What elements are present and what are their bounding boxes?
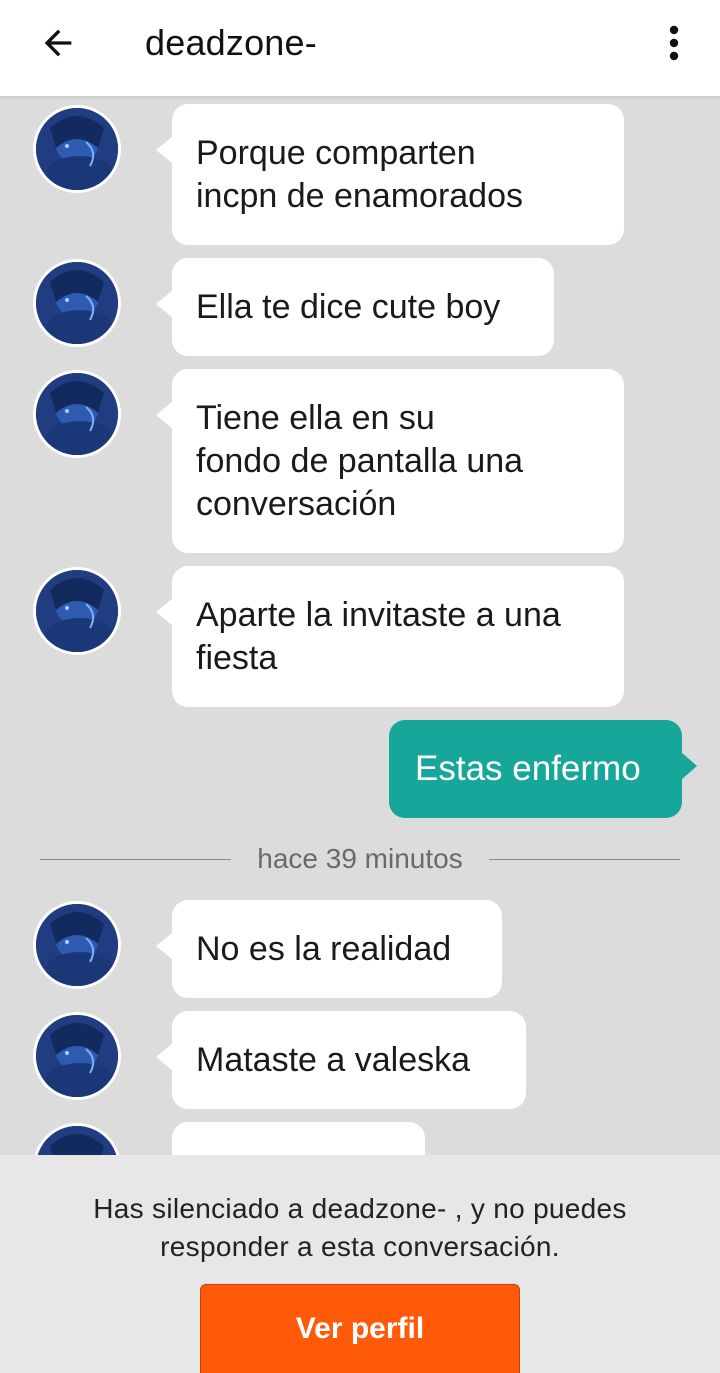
divider-line xyxy=(40,858,232,860)
chat-header: deadzone- xyxy=(0,0,720,97)
back-button[interactable] xyxy=(30,18,86,68)
avatar[interactable] xyxy=(33,567,121,655)
message-text: Estas enfermo xyxy=(415,749,641,788)
avatar-image xyxy=(36,1126,118,1155)
more-options-button[interactable] xyxy=(654,18,694,68)
message-bubble[interactable]: Ella te dice cute boy xyxy=(156,258,554,356)
message-bubble[interactable]: No es la realidad xyxy=(156,900,502,998)
message-text: Ella te dice cute boy xyxy=(196,287,501,326)
avatar-image xyxy=(36,1015,118,1097)
avatar-image xyxy=(36,262,118,344)
divider-label: hace 39 minutos xyxy=(257,843,463,874)
message-bubble-outgoing[interactable]: Estas enfermo xyxy=(389,720,697,818)
avatar[interactable] xyxy=(33,1012,121,1100)
message-text: Porque comparten incpn de enamorados xyxy=(196,133,524,215)
message-bubble[interactable]: Aparte la invitaste a una fiesta xyxy=(156,566,624,707)
avatar[interactable] xyxy=(33,105,121,193)
message-text: Tiene ella en su fondo de pantalla una c… xyxy=(196,398,524,523)
arrow-left-icon xyxy=(44,29,72,57)
avatar[interactable] xyxy=(33,1123,121,1155)
avatar-image xyxy=(36,108,118,190)
view-profile-button[interactable]: Ver perfil xyxy=(200,1284,520,1373)
avatar-image xyxy=(36,904,118,986)
message-bubble[interactable] xyxy=(156,1122,425,1155)
muted-footer: Has silenciado a deadzone- , y no puedes… xyxy=(0,1155,720,1373)
avatar-image xyxy=(36,373,118,455)
message-bubble[interactable]: Tiene ella en su fondo de pantalla una c… xyxy=(156,369,624,553)
more-vert-icon xyxy=(669,25,679,61)
message-bubble[interactable]: Porque comparten incpn de enamorados xyxy=(156,104,624,245)
chat-title: deadzone- xyxy=(145,22,317,63)
avatar-image xyxy=(36,570,118,652)
muted-notice: Has silenciado a deadzone- , y no puedes… xyxy=(93,1193,627,1262)
message-list[interactable]: Porque comparten incpn de enamorados Ell… xyxy=(0,97,720,1155)
message-text: Mataste a valeska xyxy=(196,1040,471,1079)
divider-line xyxy=(488,858,680,860)
avatar[interactable] xyxy=(33,370,121,458)
message-text: Aparte la invitaste a una fiesta xyxy=(196,595,561,677)
avatar[interactable] xyxy=(33,259,121,347)
message-text: No es la realidad xyxy=(196,929,452,968)
time-divider: hace 39 minutos xyxy=(40,839,680,879)
avatar[interactable] xyxy=(33,901,121,989)
message-bubble[interactable]: Mataste a valeska xyxy=(156,1011,526,1109)
